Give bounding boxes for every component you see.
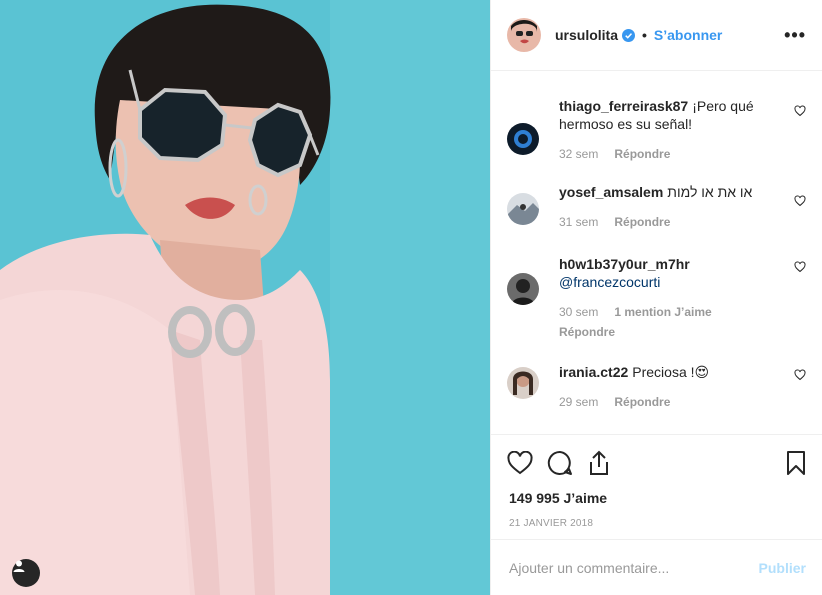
commenter-avatar[interactable]: [507, 193, 539, 225]
reply-button[interactable]: Répondre: [614, 395, 670, 409]
comment-text: או את או למות: [667, 184, 753, 200]
reply-button[interactable]: Répondre: [614, 215, 670, 229]
reply-button[interactable]: Répondre: [614, 147, 670, 161]
photo-illustration: [0, 0, 490, 595]
post-date[interactable]: 21 janvier 2018: [491, 518, 822, 529]
commenter-avatar[interactable]: [507, 367, 539, 399]
reply-button[interactable]: Répondre: [559, 325, 615, 339]
share-button[interactable]: [587, 450, 611, 476]
post-modal: ursulolita • S’abonner ••• thiago_ferrei…: [0, 0, 822, 595]
likes-count[interactable]: 149 995 J’aime: [491, 490, 822, 506]
comment-mention[interactable]: @francezcocurti: [559, 274, 660, 290]
comment-time[interactable]: 29 sem: [559, 395, 598, 409]
comment-item: irania.ct22 Preciosa !😍 29 sem Répondre: [507, 363, 806, 409]
comment-username[interactable]: irania.ct22: [559, 364, 628, 380]
post-actions: [491, 434, 822, 490]
follow-button[interactable]: S’abonner: [654, 27, 722, 43]
avatar-image: [507, 367, 539, 399]
comment-text: Preciosa !: [632, 364, 695, 380]
publish-button[interactable]: Publier: [759, 560, 806, 576]
heart-icon: [507, 450, 533, 474]
comment-button[interactable]: [547, 450, 573, 476]
author-username[interactable]: ursulolita: [555, 27, 618, 43]
comment-like-icon[interactable]: [794, 195, 806, 207]
comment-time[interactable]: 31 sem: [559, 215, 598, 229]
comment-username[interactable]: thiago_ferreirask87: [559, 98, 688, 114]
user-tag-button[interactable]: [12, 559, 40, 587]
comment-username[interactable]: h0w1b37y0ur_m7hr: [559, 256, 690, 272]
comment-input[interactable]: [509, 559, 759, 576]
avatar-image: [507, 123, 539, 155]
commenter-avatar[interactable]: [507, 273, 539, 305]
comment-like-icon[interactable]: [794, 105, 806, 117]
avatar-image: [507, 273, 539, 305]
like-button[interactable]: [507, 450, 533, 475]
author-avatar[interactable]: [507, 18, 541, 52]
share-icon: [590, 450, 608, 475]
add-comment-bar: Publier: [491, 539, 822, 595]
comment-time[interactable]: 30 sem: [559, 305, 598, 319]
commenter-avatar[interactable]: [507, 123, 539, 155]
more-options-button[interactable]: •••: [784, 25, 806, 46]
bookmark-icon: [787, 450, 805, 475]
separator-dot: •: [642, 27, 647, 43]
post-photo[interactable]: [0, 0, 490, 595]
comment-likes[interactable]: 1 mention J’aime: [614, 305, 711, 319]
comment-item: thiago_ferreirask87 ¡Pero qué hermoso es …: [507, 97, 806, 161]
comment-username[interactable]: yosef_amsalem: [559, 184, 663, 200]
verified-badge-icon: [622, 28, 636, 42]
comment-icon: [547, 450, 572, 475]
author-avatar-image: [507, 18, 541, 52]
post-header: ursulolita • S’abonner •••: [491, 0, 822, 71]
comment-like-icon[interactable]: [794, 369, 806, 381]
post-sidebar: ursulolita • S’abonner ••• thiago_ferrei…: [490, 0, 822, 595]
avatar-image: [507, 193, 539, 225]
comments-list: thiago_ferreirask87 ¡Pero qué hermoso es …: [491, 71, 822, 434]
emoji-heart-eyes: 😍: [694, 364, 710, 380]
comment-item: yosef_amsalem או את או למות 31 sem Répondr…: [507, 183, 806, 229]
user-tag-icon: [13, 560, 25, 572]
comment-like-icon[interactable]: [794, 261, 806, 273]
save-button[interactable]: [786, 450, 806, 476]
comment-time[interactable]: 32 sem: [559, 147, 598, 161]
comment-item: h0w1b37y0ur_m7hr @francezcocurti 30 sem 1 …: [507, 255, 806, 339]
